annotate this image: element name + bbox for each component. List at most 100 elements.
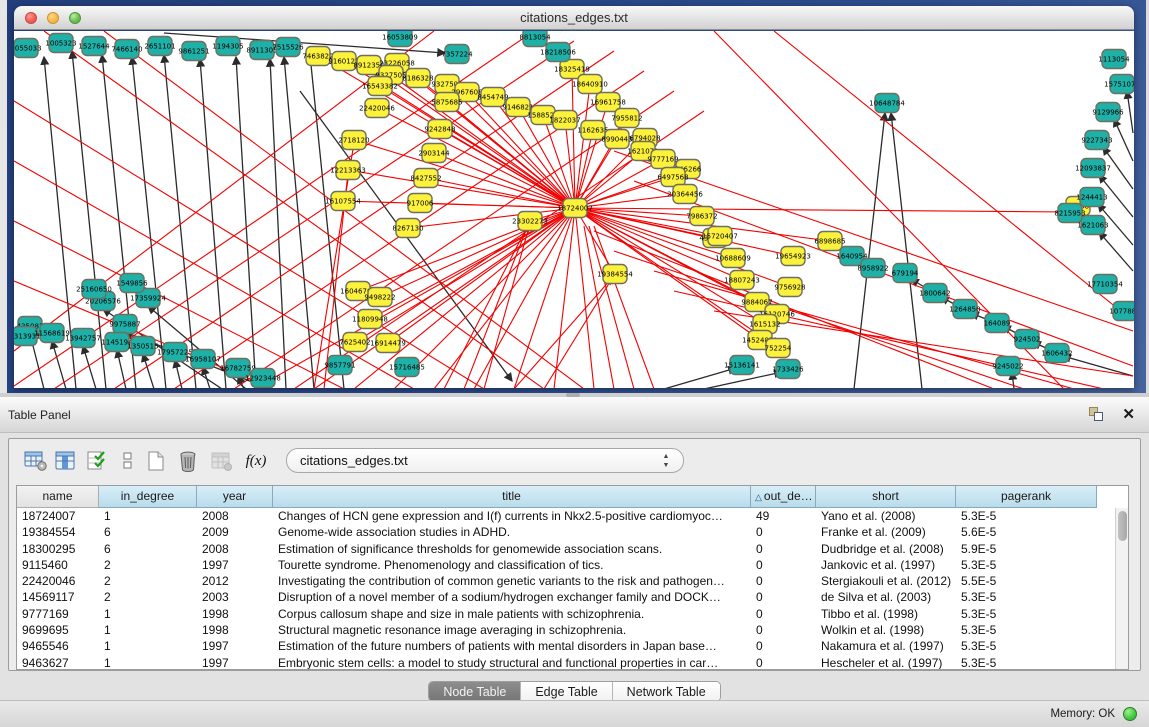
graph-edge[interactable] xyxy=(584,226,614,388)
table-cell-short[interactable]: de Silva et al. (2003) xyxy=(816,589,956,605)
table-cell-title[interactable]: Structural magnetic resonance image aver… xyxy=(273,622,751,638)
table-row[interactable]: 969969511998Structural magnetic resonanc… xyxy=(17,622,1115,638)
graph-node[interactable]: 164089 xyxy=(984,314,1011,333)
table-cell-name[interactable]: 18300295 xyxy=(17,541,99,557)
table-cell-year[interactable]: 1998 xyxy=(197,606,273,622)
graph-edge[interactable] xyxy=(52,341,66,388)
graph-node[interactable]: 679194 xyxy=(892,264,919,283)
table-cell-title[interactable]: Tourette syndrome. Phenomenology and cla… xyxy=(273,557,751,573)
column-header-pagerank[interactable]: pagerank xyxy=(956,486,1097,508)
scrollbar-thumb[interactable] xyxy=(1118,511,1127,541)
column-header-outde[interactable]: △out_de… xyxy=(751,486,816,508)
graph-node-cited[interactable]: 752254 xyxy=(765,339,792,358)
graph-node[interactable]: 12093837 xyxy=(1075,159,1111,178)
table-cell-pagerank[interactable]: 5.3E-5 xyxy=(956,622,1097,638)
table-cell-name[interactable]: 9465546 xyxy=(17,638,99,654)
graph-node-cited[interactable]: 7986372 xyxy=(686,207,717,226)
graph-node[interactable]: 7466140 xyxy=(111,40,142,59)
tab-edge-table[interactable]: Edge Table xyxy=(521,682,612,701)
node-attribute-table[interactable]: namein_degreeyeartitle△out_de…shortpager… xyxy=(16,485,1129,670)
column-header-indegree[interactable]: in_degree xyxy=(99,486,197,508)
table-cell-year[interactable]: 2008 xyxy=(197,541,273,557)
graph-node[interactable]: 1264850 xyxy=(949,300,980,319)
table-cell-short[interactable]: Jankovic et al. (1997) xyxy=(816,557,956,573)
graph-node[interactable]: 10648784 xyxy=(869,94,905,113)
table-cell-indegree[interactable]: 2 xyxy=(99,589,197,605)
table-cell-title[interactable]: Estimation of significance thresholds fo… xyxy=(273,541,751,557)
network-view-window[interactable]: citations_edges.txt 18724007746382291601… xyxy=(14,6,1134,388)
graph-edge[interactable] xyxy=(270,59,286,388)
graph-node[interactable]: 2651101 xyxy=(144,37,175,56)
table-cell-title[interactable]: Embryonic stem cells: a model to study s… xyxy=(273,655,751,669)
graph-node-cited[interactable]: 9498222 xyxy=(364,288,395,307)
tab-network-table[interactable]: Network Table xyxy=(613,682,720,701)
table-cell-year[interactable]: 1998 xyxy=(197,622,273,638)
table-cell-outde[interactable]: 0 xyxy=(751,606,816,622)
graph-node[interactable]: 9861251 xyxy=(178,42,209,61)
graph-edge[interactable] xyxy=(14,221,344,388)
table-cell-outde[interactable]: 0 xyxy=(751,638,816,654)
graph-node[interactable]: 16053809 xyxy=(382,31,418,47)
graph-node[interactable]: 1113054 xyxy=(1098,50,1130,69)
graph-node-cited[interactable]: 8186328 xyxy=(402,69,433,88)
graph-node-cited[interactable]: 7625402 xyxy=(339,333,370,352)
graph-node[interactable]: 15751074 xyxy=(1104,75,1134,94)
graph-node-cited[interactable]: 19384554 xyxy=(597,265,633,284)
column-select-icon[interactable] xyxy=(53,448,79,474)
graph-node[interactable]: 1733426 xyxy=(772,360,804,379)
table-row[interactable]: 1872400712008Changes of HCN gene express… xyxy=(17,508,1115,524)
graph-edge-citation[interactable] xyxy=(575,139,617,208)
graph-node-cited[interactable]: 2903144 xyxy=(418,144,450,163)
column-header-year[interactable]: year xyxy=(197,486,273,508)
network-window-titlebar[interactable]: citations_edges.txt xyxy=(14,6,1134,30)
graph-node-cited[interactable]: 9242848 xyxy=(424,120,455,139)
table-row[interactable]: 1938455462009Genome-wide association stu… xyxy=(17,524,1115,540)
table-row[interactable]: 2242004622012Investigating the contribut… xyxy=(17,573,1115,589)
table-cell-outde[interactable]: 0 xyxy=(751,524,816,540)
table-cell-outde[interactable]: 0 xyxy=(751,557,816,573)
graph-node-cited[interactable]: 10688609 xyxy=(715,249,751,268)
table-cell-indegree[interactable]: 1 xyxy=(99,508,197,524)
table-cell-indegree[interactable]: 6 xyxy=(99,541,197,557)
row-select-icon[interactable] xyxy=(85,448,111,474)
table-row[interactable]: 977716911998Corpus callosum shape and si… xyxy=(17,606,1115,622)
table-vertical-scrollbar[interactable] xyxy=(1115,508,1128,669)
table-cell-year[interactable]: 2008 xyxy=(197,508,273,524)
graph-node[interactable]: 1527644 xyxy=(78,37,110,56)
graph-node[interactable]: 9857791 xyxy=(324,356,355,375)
graph-node[interactable]: 1077883 xyxy=(1109,302,1134,321)
graph-edge[interactable] xyxy=(1063,356,1133,376)
graph-edge[interactable] xyxy=(164,55,196,388)
table-cell-pagerank[interactable]: 5.3E-5 xyxy=(956,655,1097,669)
table-settings-icon[interactable] xyxy=(23,448,49,474)
graph-edge[interactable] xyxy=(575,208,1066,212)
graph-node-cited[interactable]: 19654923 xyxy=(775,247,811,266)
table-cell-outde[interactable]: 49 xyxy=(751,508,816,524)
function-icon[interactable]: f(x) xyxy=(243,448,269,474)
graph-node[interactable]: 1194305 xyxy=(212,37,243,56)
table-cell-year[interactable]: 2012 xyxy=(197,573,273,589)
table-cell-short[interactable]: Franke et al. (2009) xyxy=(816,524,956,540)
graph-edge[interactable] xyxy=(774,31,1133,321)
table-cell-name[interactable]: 22420046 xyxy=(17,573,99,589)
graph-node[interactable]: 8215953 xyxy=(1054,204,1085,223)
table-cell-short[interactable]: Yano et al. (2008) xyxy=(816,508,956,524)
table-cell-short[interactable]: Stergiakouli et al. (2012) xyxy=(816,573,956,589)
table-cell-name[interactable]: 9115460 xyxy=(17,557,99,573)
table-cell-title[interactable]: Changes of HCN gene expression and I(f) … xyxy=(273,508,751,524)
graph-node-cited[interactable]: 917006 xyxy=(407,194,434,213)
graph-node-cited[interactable]: 18807243 xyxy=(724,271,760,290)
table-cell-short[interactable]: Nakamura et al. (1997) xyxy=(816,638,956,654)
table-cell-name[interactable]: 19384554 xyxy=(17,524,99,540)
table-cell-name[interactable]: 18724007 xyxy=(17,508,99,524)
table-cell-pagerank[interactable]: 5.6E-5 xyxy=(956,524,1097,540)
graph-edge-citation[interactable] xyxy=(434,153,575,208)
graph-node[interactable]: 1549856 xyxy=(116,274,148,293)
table-cell-year[interactable]: 1997 xyxy=(197,655,273,669)
network-canvas[interactable]: 1872400774638229160123891235423226058932… xyxy=(14,31,1134,388)
table-cell-outde[interactable]: 0 xyxy=(751,655,816,669)
table-cell-short[interactable]: Wolkin et al. (1998) xyxy=(816,622,956,638)
graph-edge-citation[interactable] xyxy=(575,130,593,208)
graph-edge[interactable] xyxy=(554,208,575,388)
table-row[interactable]: 946554611997Estimation of the future num… xyxy=(17,638,1115,654)
